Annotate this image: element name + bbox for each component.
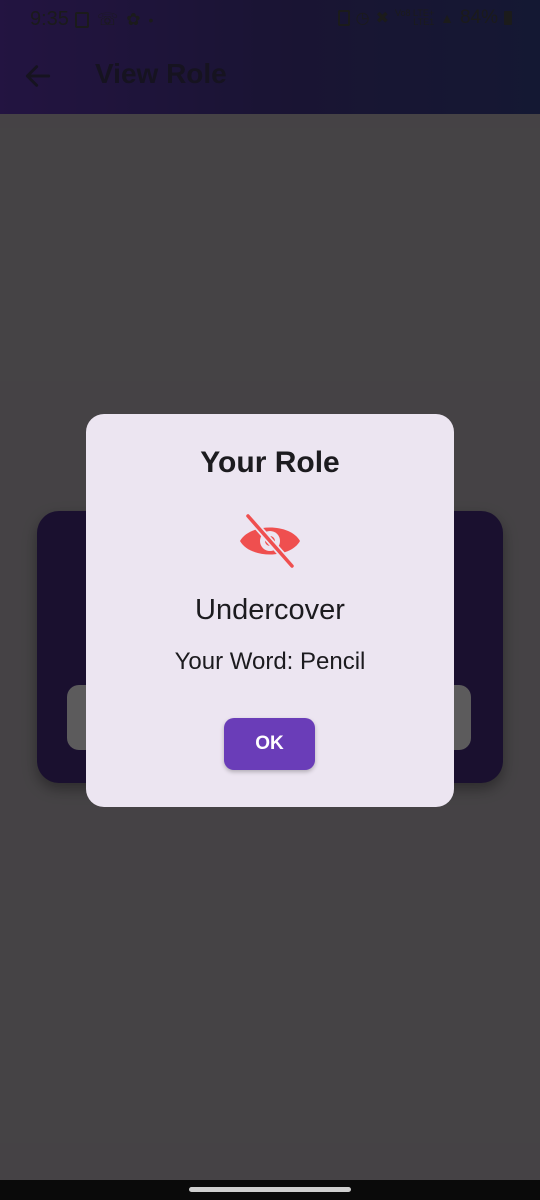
role-dialog: Your Role Undercover Your Word: Pencil O… <box>86 414 454 807</box>
status-time: 9:35 <box>30 8 69 30</box>
notification-icons: ☏ ✿ • <box>75 10 153 30</box>
slack-icon: ✿ <box>126 10 141 29</box>
battery-percent: 84% <box>459 7 498 28</box>
navigation-bar <box>0 1180 540 1200</box>
home-gesture-handle[interactable] <box>189 1187 351 1192</box>
role-name: Undercover <box>195 594 345 626</box>
signal-icon: ▲ <box>440 10 454 26</box>
alarm-icon: ◷ <box>355 10 370 27</box>
mute-icon: ✖ <box>375 10 389 27</box>
dialog-title: Your Role <box>200 446 340 479</box>
more-dot-icon: • <box>148 12 154 28</box>
secret-word: Your Word: Pencil <box>174 648 366 675</box>
network-label: Vo8 LTE+ LTE1 <box>395 9 434 27</box>
whatsapp-icon: ☏ <box>97 10 119 29</box>
status-bar: 9:35 ☏ ✿ • ◷ ✖ Vo8 LTE+ LTE1 ▲ 84% <box>0 0 540 40</box>
ok-button[interactable]: OK <box>224 718 315 770</box>
gallery-icon <box>75 12 89 28</box>
page-title: View Role <box>95 58 227 89</box>
system-icons: ◷ ✖ Vo8 LTE+ LTE1 ▲ 84% <box>337 7 512 29</box>
battery-icon <box>504 11 512 25</box>
network-bottom: LTE1 <box>413 17 435 27</box>
arrow-left-icon[interactable] <box>22 60 54 92</box>
eye-off-icon <box>238 513 302 569</box>
toolbar: View Role <box>0 40 540 114</box>
battery-saver-icon <box>337 10 350 26</box>
